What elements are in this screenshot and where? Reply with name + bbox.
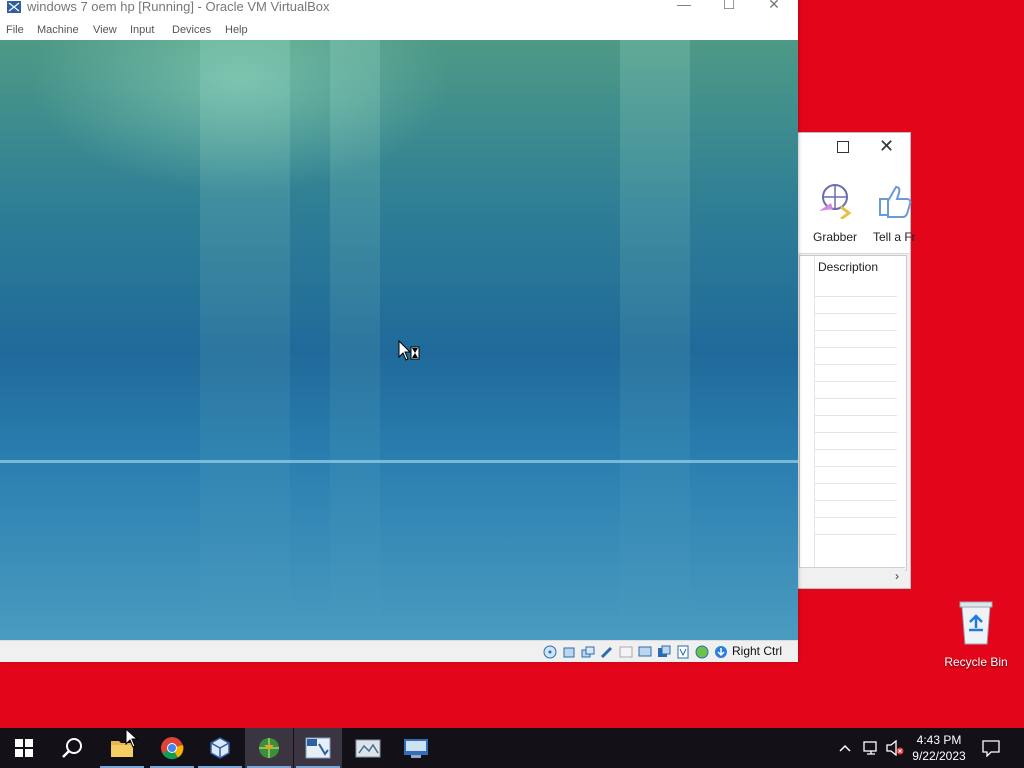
network-tray-button[interactable] <box>862 728 880 768</box>
maximize-button[interactable] <box>837 141 849 153</box>
list-row <box>815 432 897 433</box>
menu-devices[interactable]: Devices <box>172 24 211 36</box>
network-icon[interactable] <box>581 645 595 659</box>
optical-drive-icon[interactable] <box>543 645 557 659</box>
menu-file[interactable]: File <box>6 24 24 36</box>
start-button[interactable] <box>0 728 48 768</box>
tool-label: Grabber <box>812 230 858 244</box>
desktop-icon-recycle-bin[interactable]: Recycle Bin <box>940 600 1012 669</box>
light-beam <box>620 40 690 640</box>
list-row <box>815 347 897 348</box>
app-icon-3 <box>355 739 381 758</box>
list-row <box>815 313 897 314</box>
list-row <box>815 449 897 450</box>
volume-muted-icon <box>886 740 904 756</box>
list-row <box>815 534 897 535</box>
close-button[interactable]: ✕ <box>759 0 789 16</box>
menu-input[interactable]: Input <box>130 24 154 36</box>
show-hidden-icons-button[interactable] <box>838 728 852 768</box>
maximize-button[interactable]: ☐ <box>714 0 744 16</box>
recycle-bin-icon <box>959 601 993 645</box>
clock[interactable]: 4:43 PM 9/22/2023 <box>908 732 970 764</box>
window-titlebar[interactable]: windows 7 oem hp [Running] - Oracle VM V… <box>0 0 798 20</box>
minimize-button[interactable]: — <box>669 0 699 16</box>
audio-icon[interactable] <box>562 645 576 659</box>
taskbar: 4:43 PM 9/22/2023 <box>0 728 1024 768</box>
list-row <box>815 500 897 501</box>
vm-display[interactable] <box>0 40 798 640</box>
internet-download-manager-icon <box>259 738 279 758</box>
start-icon <box>15 739 33 757</box>
virtualbox-window[interactable]: windows 7 oem hp [Running] - Oracle VM V… <box>0 0 798 662</box>
taskbar-app-2[interactable] <box>294 728 342 768</box>
recording-icon[interactable] <box>657 645 671 659</box>
menu-view[interactable]: View <box>93 24 117 36</box>
virtualization-icon[interactable] <box>676 645 690 659</box>
scroll-right-icon[interactable]: › <box>895 569 899 583</box>
taskbar-app-4[interactable] <box>392 728 440 768</box>
horizontal-scrollbar[interactable]: › <box>799 567 905 586</box>
display-icon[interactable] <box>638 645 652 659</box>
taskbar-virtualbox[interactable] <box>196 728 244 768</box>
clock-time: 4:43 PM <box>916 733 962 747</box>
grabber-tool-button[interactable]: Grabber <box>811 183 859 244</box>
virtualbox-icon <box>210 737 230 759</box>
close-button[interactable]: ✕ <box>879 136 894 156</box>
mouse-pointer-icon <box>125 728 139 748</box>
host-key-label: Right Ctrl <box>732 644 783 658</box>
tell-a-friend-tool-button[interactable]: Tell a Fr <box>873 183 916 244</box>
virtualbox-app-icon <box>7 1 21 13</box>
desktop-icon-label: Recycle Bin <box>944 655 1008 669</box>
list-row <box>815 483 897 484</box>
shared-folders-icon[interactable] <box>619 645 633 659</box>
list-row <box>815 296 897 297</box>
notification-icon <box>982 740 1000 757</box>
list-row <box>815 364 897 365</box>
light-beam <box>330 40 380 640</box>
taskbar-app-3[interactable] <box>344 728 392 768</box>
taskbar-chrome[interactable] <box>148 728 196 768</box>
mouse-integration-icon[interactable] <box>714 645 728 659</box>
menu-bar: File Machine View Input Devices Help <box>0 20 798 40</box>
window-title: windows 7 oem hp [Running] - Oracle VM V… <box>27 0 330 14</box>
app-icon-2 <box>305 737 331 759</box>
list-row <box>815 415 897 416</box>
list-row <box>815 466 897 467</box>
list-row <box>815 330 897 331</box>
list-row <box>815 398 897 399</box>
taskbar-internet-download-manager[interactable] <box>245 728 293 768</box>
menu-help[interactable]: Help <box>225 24 248 36</box>
tool-label: Tell a Fr <box>873 230 916 244</box>
volume-tray-button[interactable] <box>885 728 905 768</box>
status-bar: Right Ctrl <box>0 640 798 662</box>
list-view[interactable]: Description <box>799 255 907 571</box>
search-icon <box>62 738 82 758</box>
chrome-icon <box>161 737 184 760</box>
busy-cursor-icon <box>398 340 420 361</box>
horizon-line <box>0 460 798 463</box>
chevron-up-icon <box>839 744 851 752</box>
usb-icon[interactable] <box>600 645 614 659</box>
grabber-icon <box>819 184 852 221</box>
column-header-description[interactable]: Description <box>818 260 878 274</box>
search-button[interactable] <box>48 728 96 768</box>
guest-additions-icon[interactable] <box>695 645 709 659</box>
list-row <box>815 517 897 518</box>
app-icon-4 <box>404 739 428 758</box>
column-divider <box>814 256 815 570</box>
thumbs-up-icon <box>879 185 912 218</box>
menu-machine[interactable]: Machine <box>37 24 79 36</box>
network-icon <box>863 741 877 755</box>
light-beam <box>200 40 290 640</box>
action-center-button[interactable] <box>982 728 1000 768</box>
clock-date: 9/22/2023 <box>912 749 966 763</box>
list-row <box>815 381 897 382</box>
